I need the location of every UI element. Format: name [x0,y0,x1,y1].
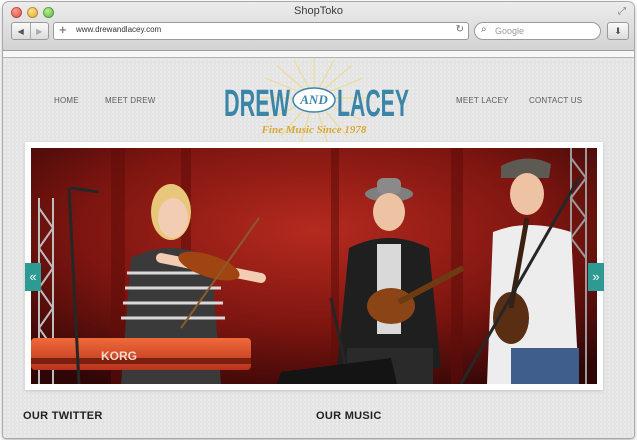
download-icon: ⬇ [614,25,622,36]
search-field[interactable]: ⌕ Google [474,22,601,40]
carousel-prev-button[interactable]: « [25,263,41,291]
hero-carousel: KORG [25,142,603,390]
our-twitter-heading: OUR TWITTER [23,410,103,422]
logo-tagline: Fine Music Since 1978 [261,124,367,136]
reload-icon[interactable]: ↻ [456,24,464,35]
logo-and: AND [299,92,328,107]
downloads-button[interactable]: ⬇ [607,22,629,40]
nav-home-link[interactable]: HOME [54,96,79,105]
url-text[interactable]: www.drewandlacey.com [76,25,161,34]
browser-window: ShopToko ⤢ ◀ ▶ + www.drewandlacey.com ↻ … [3,2,634,438]
stage-image: KORG [31,148,597,384]
carousel-next-button[interactable]: » [588,263,604,291]
logo-lacey: LACEY [337,83,409,125]
search-placeholder: Google [495,26,525,36]
nav-meet-drew-link[interactable]: MEET DREW [105,96,156,105]
search-icon: ⌕ [481,24,487,35]
window-title: ShopToko [294,5,343,17]
nav-contact-us-link[interactable]: CONTACT US [529,96,582,105]
keyboard-brand: KORG [101,349,137,363]
keyboard: KORG [31,338,251,370]
web-page: HOME MEET DREW MEET LACEY CONTACT US DRE… [3,58,634,438]
fullscreen-icon[interactable]: ⤢ [618,6,626,17]
bookmarks-bar [3,51,634,58]
nav-meet-lacey-link[interactable]: MEET LACEY [456,96,509,105]
logo-drew: DREW [224,83,290,125]
our-music-heading: OUR MUSIC [316,410,382,422]
address-bar[interactable]: + www.drewandlacey.com ↻ [53,22,469,40]
band-photo: KORG [31,148,597,384]
history-buttons: ◀ ▶ [11,22,49,40]
forward-button[interactable]: ▶ [29,23,49,39]
title-bar: ShopToko ⤢ ◀ ▶ + www.drewandlacey.com ↻ … [3,2,634,51]
add-bookmark-icon[interactable]: + [59,22,67,37]
back-button[interactable]: ◀ [12,23,30,39]
site-logo[interactable]: DREW AND LACEY Fine Music Since 1978 [201,58,427,144]
